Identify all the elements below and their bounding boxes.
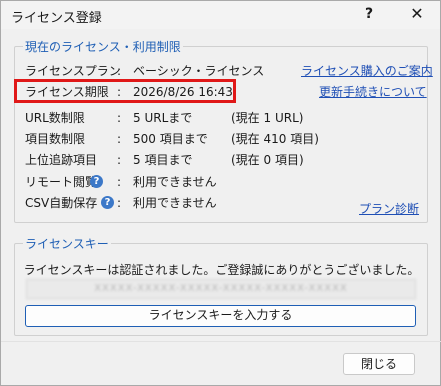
enter-license-key-button[interactable]: ライセンスキーを入力する (25, 305, 416, 327)
url-limit-current: (現在 1 URL) (231, 111, 304, 125)
license-verified-message: ライセンスキーは認証されました。ご登録誠にありがとうございました。 (23, 263, 420, 277)
csv-autosave-label: CSV自動保存 (25, 196, 98, 210)
item-limit-label: 項目数制限 (25, 132, 86, 146)
colon: : (117, 64, 122, 78)
dialog-title: ライセンス登録 (11, 11, 102, 26)
help-icon[interactable]: ? (349, 1, 389, 29)
license-key-field: XXXXX-XXXXX-XXXXX-XXXXX-XXXXX-XXXXX (26, 279, 416, 299)
item-limit-current: (現在 410 項目) (231, 132, 319, 146)
license-limits-legend: 現在のライセンス・利用制限 (23, 38, 183, 55)
expiry-highlight-box (14, 79, 236, 103)
top-tracking-current: (現在 0 項目) (231, 153, 304, 167)
csv-autosave-help-icon[interactable]: ? (101, 196, 114, 209)
license-plan-value: ベーシック・ライセンス (133, 64, 265, 78)
top-tracking-value: 5 項目まで (133, 153, 193, 167)
remote-view-help-icon[interactable]: ? (90, 175, 103, 188)
license-key-legend: ライセンスキー (23, 235, 111, 252)
purchase-license-link[interactable]: ライセンス購入のご案内 (301, 62, 433, 79)
plan-diagnosis-link[interactable]: プラン診断 (359, 200, 419, 217)
license-plan-label: ライセンスプラン (25, 64, 121, 78)
colon: : (117, 132, 122, 146)
remote-view-value: 利用できません (133, 175, 217, 189)
colon: : (117, 111, 122, 125)
item-limit-value: 500 項目まで (133, 132, 208, 146)
csv-autosave-value: 利用できません (133, 196, 217, 210)
colon: : (117, 175, 122, 189)
remote-view-label: リモート閲覧 (25, 175, 98, 189)
footer-divider (1, 341, 441, 342)
close-icon[interactable]: ✕ (397, 1, 437, 29)
close-button[interactable]: 閉じる (343, 353, 415, 375)
top-tracking-label: 上位追跡項目 (25, 153, 98, 167)
colon: : (117, 153, 122, 167)
colon: : (117, 196, 122, 210)
renewal-procedure-link[interactable]: 更新手続きについて (319, 83, 427, 100)
url-limit-value: 5 URLまで (133, 111, 193, 125)
license-registration-dialog: ライセンス登録 ? ✕ 現在のライセンス・利用制限 ライセンスプラン : ベーシ… (0, 0, 441, 386)
url-limit-label: URL数制限 (25, 111, 85, 125)
title-bar: ライセンス登録 ? ✕ (1, 1, 440, 29)
